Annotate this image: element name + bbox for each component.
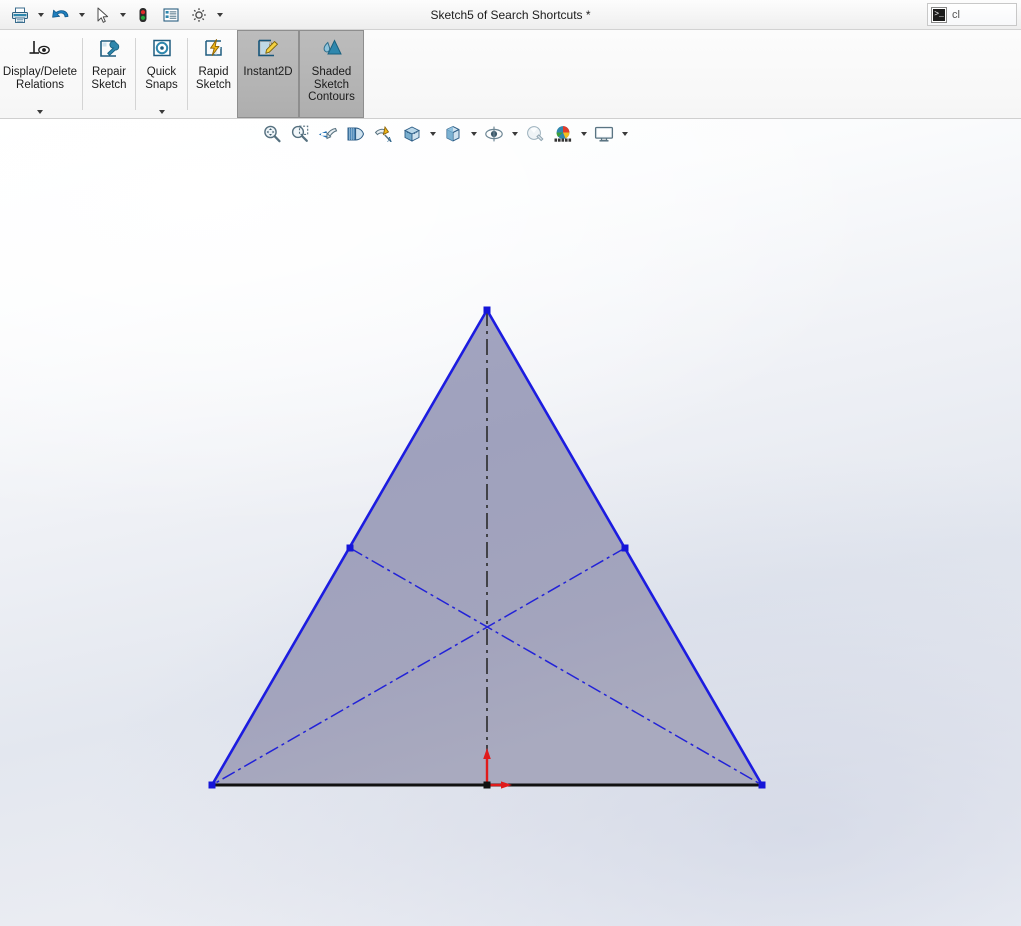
apply-scene-button[interactable]	[549, 120, 577, 148]
quick-access-toolbar	[6, 0, 226, 30]
shaded-sketch-contours-label: Shaded Sketch Contours	[308, 66, 355, 103]
quick-snaps-icon	[147, 35, 177, 65]
chevron-down-icon	[119, 13, 126, 17]
rebuild-button[interactable]	[129, 1, 157, 29]
instant2d-button[interactable]: Instant2D	[237, 30, 299, 118]
rapid-sketch-bolt-icon	[199, 35, 229, 65]
view-settings-button[interactable]	[590, 120, 618, 148]
view-orientation-cube-button[interactable]	[398, 120, 426, 148]
chevron-down-icon	[429, 132, 436, 136]
display-delete-relations-label: Display/Delete Relations	[2, 66, 78, 91]
instant2d-label: Instant2D	[243, 66, 293, 78]
settings-button[interactable]	[185, 1, 213, 29]
previous-view-button[interactable]	[314, 120, 342, 148]
relations-eye-icon	[25, 35, 55, 65]
triangle-sketch[interactable]	[0, 119, 1021, 926]
zoom-to-area-button[interactable]	[286, 120, 314, 148]
heads-up-view-toolbar: A	[258, 119, 631, 149]
sketch-ribbon-toolbar: Display/Delete Relations Repair Sketch Q…	[0, 30, 1021, 119]
undo-button[interactable]	[47, 1, 75, 29]
rapid-sketch-label: Rapid Sketch	[195, 66, 232, 91]
view-settings-caret[interactable]	[618, 121, 631, 147]
origin-point[interactable]	[483, 781, 491, 789]
shaded-contours-icon	[317, 35, 347, 65]
repair-sketch-label: Repair Sketch	[91, 66, 127, 91]
display-style-caret[interactable]	[467, 121, 480, 147]
command-search-box[interactable]: >_ cl	[927, 3, 1017, 26]
hide-show-items-button[interactable]	[480, 120, 508, 148]
print-button[interactable]	[6, 1, 34, 29]
display-style-button[interactable]	[439, 120, 467, 148]
chevron-down-icon	[621, 132, 628, 136]
settings-dropdown-caret[interactable]	[213, 2, 226, 28]
sketch-point-bottom-right[interactable]	[758, 781, 766, 789]
repair-sketch-button[interactable]: Repair Sketch	[85, 30, 133, 118]
solidworks-application-window: Sketch5 of Search Shortcuts * >_ cl Disp…	[0, 0, 1021, 926]
ribbon-separator	[135, 38, 136, 110]
chevron-down-icon	[216, 13, 223, 17]
chevron-down-icon	[78, 13, 85, 17]
quick-snaps-label: Quick Snaps	[145, 66, 178, 91]
title-bar: Sketch5 of Search Shortcuts * >_ cl	[0, 0, 1021, 30]
section-view-button[interactable]	[342, 120, 370, 148]
graphics-viewport[interactable]	[0, 119, 1021, 926]
ribbon-separator	[82, 38, 83, 110]
display-delete-relations-dropdown[interactable]	[1, 110, 79, 114]
shaded-sketch-contours-button[interactable]: Shaded Sketch Contours	[299, 30, 364, 118]
undo-dropdown-caret[interactable]	[75, 2, 88, 28]
view-orientation-button[interactable]: A	[370, 120, 398, 148]
sketch-point-bottom-left[interactable]	[208, 781, 216, 789]
edit-appearance-button[interactable]	[521, 120, 549, 148]
chevron-down-icon	[158, 110, 165, 114]
apply-scene-caret[interactable]	[577, 121, 590, 147]
quick-snaps-button[interactable]: Quick Snaps	[138, 30, 185, 118]
select-button[interactable]	[88, 1, 116, 29]
sketch-point-right-midpoint[interactable]	[621, 544, 629, 552]
print-dropdown-caret[interactable]	[34, 2, 47, 28]
svg-text:A: A	[387, 136, 392, 144]
command-prompt-glyph: >_	[933, 8, 945, 21]
command-prompt-icon: >_	[931, 6, 947, 23]
instant2d-ruler-icon	[253, 35, 283, 65]
sketch-point-left-midpoint[interactable]	[346, 544, 354, 552]
chevron-down-icon	[580, 132, 587, 136]
chevron-down-icon	[511, 132, 518, 136]
chevron-down-icon	[37, 110, 43, 114]
rapid-sketch-button[interactable]: Rapid Sketch	[190, 30, 237, 118]
zoom-to-fit-button[interactable]	[258, 120, 286, 148]
options-list-button[interactable]	[157, 1, 185, 29]
chevron-down-icon	[470, 132, 477, 136]
ribbon-separator	[187, 38, 188, 110]
quick-snaps-dropdown[interactable]	[139, 110, 184, 114]
chevron-down-icon	[37, 13, 44, 17]
hide-show-items-caret[interactable]	[508, 121, 521, 147]
select-dropdown-caret[interactable]	[116, 2, 129, 28]
repair-wrench-icon	[94, 35, 124, 65]
command-search-value: cl	[952, 8, 960, 21]
display-delete-relations-button[interactable]: Display/Delete Relations	[0, 30, 80, 118]
view-orientation-caret[interactable]	[426, 121, 439, 147]
sketch-point-apex[interactable]	[483, 306, 491, 314]
